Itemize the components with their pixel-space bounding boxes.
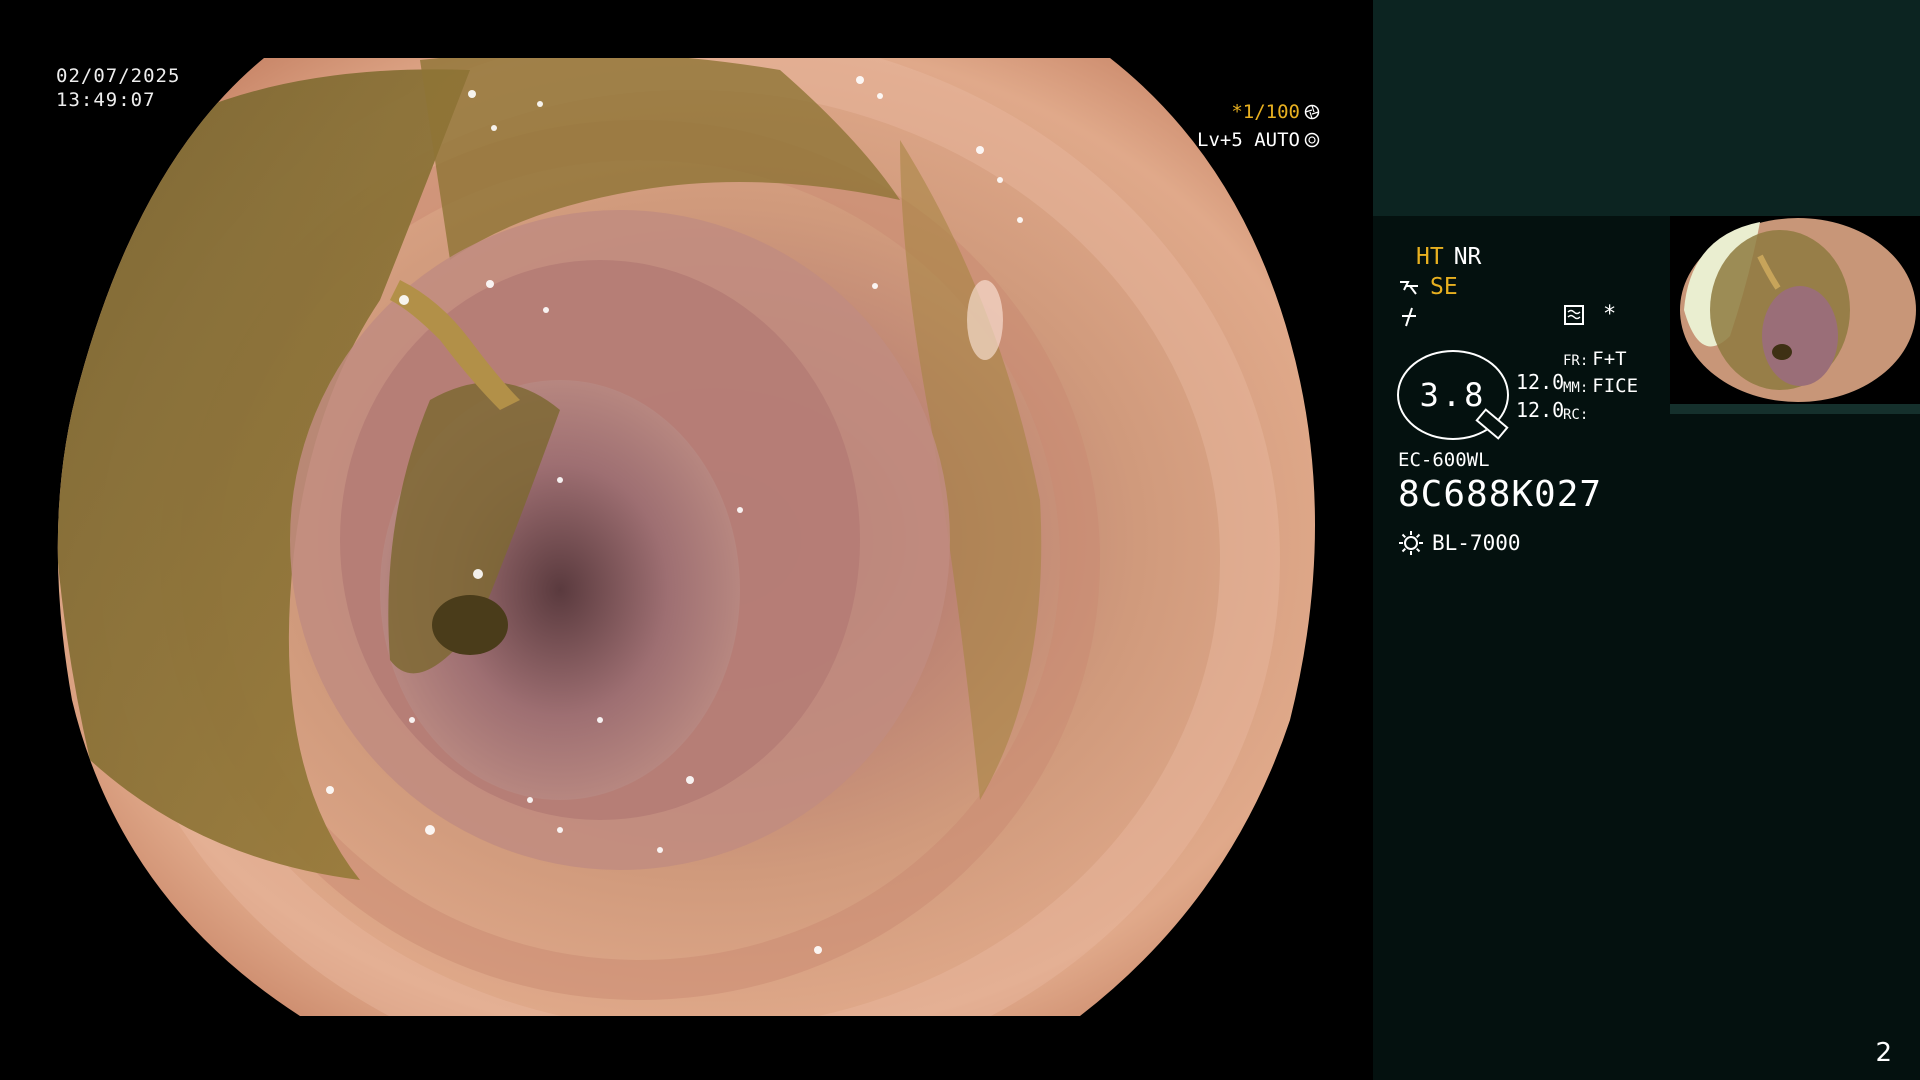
setting-mm-key: MM:	[1563, 380, 1589, 396]
scope-serial: 8C688K027	[1398, 474, 1603, 515]
endoscope-view: 02/07/2025 13:49:07 *1/100 Lv+5 AUTO	[0, 0, 1372, 1080]
light-source: BL-7000	[1398, 530, 1521, 556]
timestamp: 02/07/2025 13:49:07	[56, 64, 180, 112]
asterisk-icon: *	[1603, 302, 1617, 327]
color-enhance-icon	[1402, 307, 1416, 327]
shutter-speed-label: *1/100	[1231, 101, 1300, 123]
setting-fr-key: FR:	[1563, 353, 1589, 369]
thumbnail-preview[interactable]	[1670, 216, 1920, 414]
value-1: 12.0	[1516, 370, 1565, 394]
date-label: 02/07/2025	[56, 65, 181, 87]
numeric-values: 12.0 12.0	[1516, 368, 1564, 424]
scope-model: EC-600WL	[1398, 449, 1490, 471]
value-2: 12.0	[1516, 398, 1565, 422]
info-panel: HT NR SE * 3.8 12.0 12.0 FR:F+T MM:FIC	[1373, 0, 1920, 1080]
exposure-status: *1/100 Lv+5 AUTO	[1197, 98, 1320, 154]
level-label: Lv+5 AUTO	[1197, 129, 1300, 151]
thumbnail-image	[1670, 216, 1920, 404]
setting-rc: RC:	[1563, 401, 1638, 428]
zoom-value: 3.8	[1419, 376, 1487, 414]
setting-fr: FR: F+T	[1563, 347, 1638, 374]
mode-indicators: HT NR SE	[1398, 242, 1481, 332]
time-label: 13:49:07	[56, 89, 156, 111]
auto-iris-icon	[1304, 132, 1320, 148]
mode-se: SE	[1430, 274, 1458, 300]
page-number: 2	[1875, 1038, 1892, 1068]
setting-fr-value: F+T	[1592, 348, 1627, 370]
setting-mm-value: FICE	[1592, 375, 1639, 397]
light-source-label: BL-7000	[1432, 531, 1521, 555]
sun-icon	[1399, 531, 1423, 555]
panel-header	[1373, 0, 1920, 216]
mode-nr: NR	[1453, 244, 1482, 270]
processing-settings: FR: F+T MM: FICE RC:	[1563, 347, 1638, 428]
endoscopic-image	[57, 58, 1315, 1016]
setting-rc-key: RC:	[1563, 407, 1589, 423]
thumbnail-status-bar	[1670, 404, 1920, 414]
mode-ht: HT	[1416, 244, 1444, 270]
processing-icons: *	[1563, 302, 1616, 327]
waveform-icon	[1564, 304, 1584, 325]
setting-mm: MM: FICE	[1563, 374, 1638, 401]
shutter-icon	[1304, 104, 1320, 120]
structure-enhance-icon	[1400, 281, 1418, 295]
